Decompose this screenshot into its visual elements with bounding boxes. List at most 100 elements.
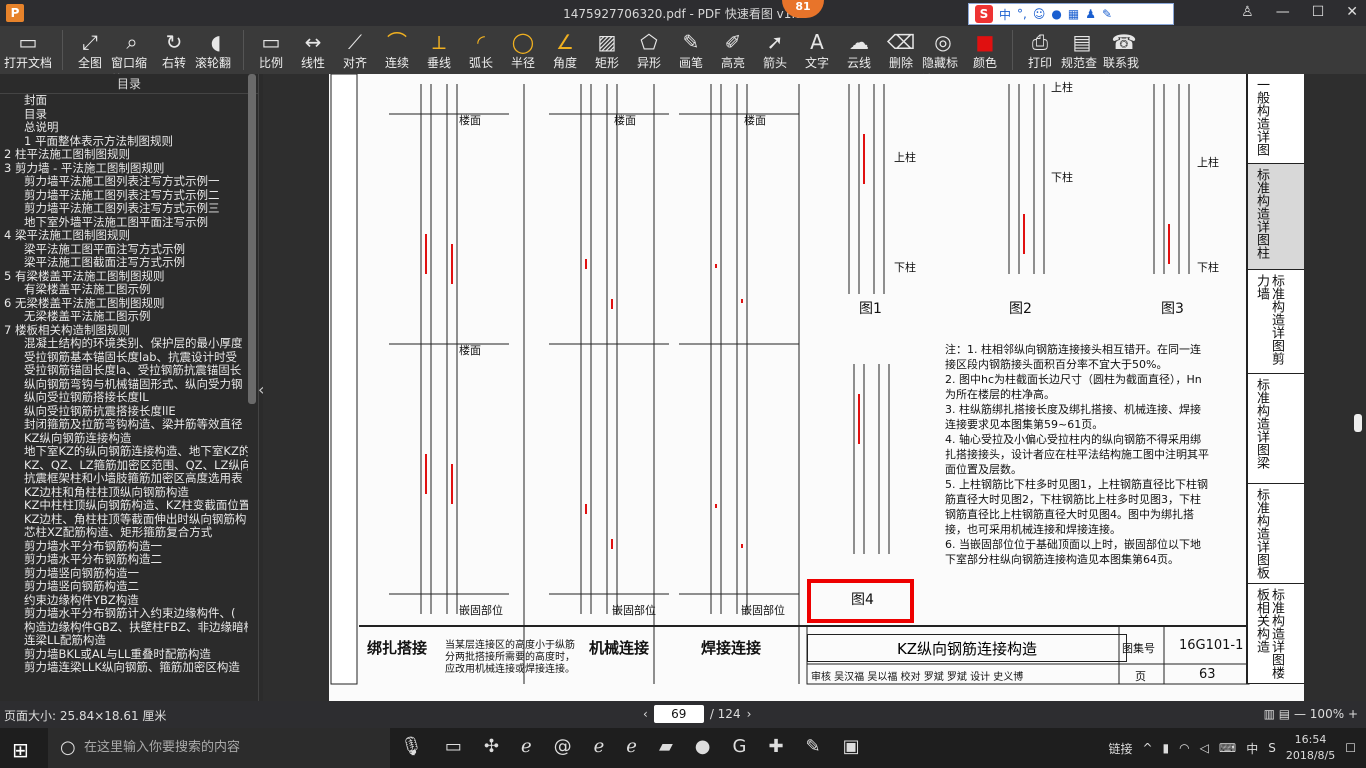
toolbar-button-color[interactable]: ■ 颜色 <box>964 30 1006 71</box>
battery-icon[interactable]: ▮ <box>1163 741 1170 755</box>
toc-item[interactable]: 梁平法施工图截面注写方式示例 <box>4 255 248 270</box>
toolbar-button-pen[interactable]: ✎ 画笔 <box>670 30 712 71</box>
toc-item[interactable]: 纵向钢筋弯钩与机械锚固形式、纵向受力钢 <box>4 377 248 392</box>
toc-item[interactable]: 地下室外墙平法施工图平面注写示例 <box>4 215 248 230</box>
taskbar-search[interactable]: 在这里输入你要搜索的内容 <box>48 728 390 768</box>
toc-item[interactable]: 剪力墙水平分布钢筋计入约束边缘构件、( <box>4 606 248 621</box>
page-number-input[interactable]: 69 <box>653 705 704 723</box>
toc-item[interactable]: 剪力墙平法施工图列表注写方式示例一 <box>4 174 248 189</box>
view-mode-icon[interactable]: ▥ ▤ <box>1264 707 1291 721</box>
toc-item[interactable]: 约束边缘构件YBZ构造 <box>4 593 248 608</box>
minimize-button[interactable]: — <box>1276 4 1290 20</box>
toc-item[interactable]: 目录 <box>4 107 248 122</box>
toc-item[interactable]: KZ边柱、角柱柱顶等截面伸出时纵向钢筋构 <box>4 512 248 527</box>
toolbar-button-perpendicular[interactable]: ⟂ 垂线 <box>418 30 460 71</box>
emoji-icon[interactable]: ☺ <box>1033 7 1046 21</box>
toc-item[interactable]: 混凝土结构的环境类别、保护层的最小厚度 <box>4 336 248 351</box>
toc-item[interactable]: 1 平面整体表示方法制图规则 <box>4 134 248 149</box>
toolbar-button-rotate[interactable]: ↻ 右转 <box>153 30 195 71</box>
toolbar-button-scale[interactable]: ▭ 比例 <box>250 30 292 71</box>
toc-item[interactable]: 6 无梁楼盖平法施工图制图规则 <box>4 296 248 311</box>
toc-item[interactable]: 剪力墙BKL或AL与LL重叠时配筋构造 <box>4 647 248 662</box>
toolbar-button-print[interactable]: ⎙ 打印 <box>1019 30 1061 71</box>
sidebar-scrollbar[interactable] <box>248 74 256 404</box>
lang-indicator[interactable]: 中 <box>1246 740 1258 757</box>
g-app-icon[interactable]: G <box>733 736 747 757</box>
viewer-scrollbar[interactable] <box>1354 414 1362 432</box>
chevron-up-icon[interactable]: ^ <box>1142 741 1152 755</box>
volume-icon[interactable]: ◁ <box>1200 741 1209 755</box>
pdf-page[interactable]: 图1 图2 图3 图4 楼面 楼面 楼面 楼面 嵌固部位 嵌固部位 嵌固部位 上… <box>329 74 1304 701</box>
ime-toolbar[interactable]: S 中 °, ☺ ● ▦ ♟ ✎ <box>968 3 1174 25</box>
toc-item[interactable]: 7 楼板相关构造制图规则 <box>4 323 248 338</box>
toc-item[interactable]: 芯柱XZ配筋构造、矩形箍筋复合方式 <box>4 525 248 540</box>
toc-item[interactable]: 构造边缘构件GBZ、扶壁柱FBZ、非边缘暗柱 <box>4 620 248 635</box>
toolbar-button-fit[interactable]: ⤢ 全图 <box>69 30 111 71</box>
ime-punct[interactable]: °, <box>1017 7 1027 21</box>
toolbar-button-arrow[interactable]: ➚ 箭头 <box>754 30 796 71</box>
fan-icon[interactable]: ✣ <box>484 736 499 757</box>
toc-item[interactable]: 剪力墙水平分布钢筋构造二 <box>4 552 248 567</box>
toc-item[interactable]: 5 有梁楼盖平法施工图制图规则 <box>4 269 248 284</box>
zoom-in-button[interactable]: + <box>1348 707 1358 721</box>
pdf-app-icon[interactable]: ▣ <box>843 736 860 757</box>
browser-icon[interactable]: ℯ <box>594 736 605 757</box>
toc-item[interactable]: 剪力墙平法施工图列表注写方式示例二 <box>4 188 248 203</box>
toolbar-button-highlight[interactable]: ✐ 高亮 <box>712 30 754 71</box>
ie-icon[interactable]: ℯ <box>626 736 637 757</box>
toc-item[interactable]: 剪力墙竖向钢筋构造二 <box>4 579 248 594</box>
toolbar-button-polygon[interactable]: ⬠ 异形 <box>628 30 670 71</box>
toc-item[interactable]: KZ中柱柱顶纵向钢筋构造、KZ柱变截面位置 <box>4 498 248 513</box>
folder-icon[interactable]: ▰ <box>659 736 673 757</box>
task-view-icon[interactable]: ▭ <box>445 736 462 757</box>
green-app-icon[interactable]: ● <box>695 736 711 757</box>
toc-item[interactable]: KZ纵向钢筋连接构造 <box>4 431 248 446</box>
toc-item[interactable]: 3 剪力墙 - 平法施工图制图规则 <box>4 161 248 176</box>
mic-icon[interactable]: ● <box>1051 7 1061 21</box>
toolbar-button-align[interactable]: ⟋ 对齐 <box>334 30 376 71</box>
note-app-icon[interactable]: ✎ <box>806 736 821 757</box>
toc-item[interactable]: 剪力墙水平分布钢筋构造一 <box>4 539 248 554</box>
network-icon[interactable]: ◠ <box>1179 741 1189 755</box>
keyboard-icon[interactable]: ⌨ <box>1219 741 1236 755</box>
wrench-icon[interactable]: ✎ <box>1102 7 1112 21</box>
toc-item[interactable]: 4 梁平法施工图制图规则 <box>4 228 248 243</box>
toolbar-button-angle[interactable]: ∠ 角度 <box>544 30 586 71</box>
maximize-button[interactable]: ☐ <box>1312 4 1325 20</box>
edge-icon[interactable]: ℯ <box>521 736 532 757</box>
toolbar-button-continuous[interactable]: ⌒ 连续 <box>376 30 418 71</box>
toc-item[interactable]: KZ、QZ、LZ箍筋加密区范围、QZ、LZ纵向钢 <box>4 458 248 473</box>
zoom-out-button[interactable]: — <box>1294 707 1310 721</box>
toc-item[interactable]: 抗震框架柱和小墙肢箍筋加密区高度选用表 <box>4 471 248 486</box>
toolbar-button-folder[interactable]: ▭ 打开文档 <box>0 30 56 71</box>
toolbar-button-arc[interactable]: ◜ 弧长 <box>460 30 502 71</box>
toolbar-button-eraser[interactable]: ⌫ 删除 <box>880 30 922 71</box>
notifications-icon[interactable]: ☐ <box>1345 741 1356 755</box>
next-page-button[interactable]: › <box>747 707 752 721</box>
plus-app-icon[interactable]: ✚ <box>768 736 783 757</box>
toolbar-button-linear[interactable]: ↔ 线性 <box>292 30 334 71</box>
toc-item[interactable]: 封面 <box>4 94 248 108</box>
document-viewer[interactable]: 图1 图2 图3 图4 楼面 楼面 楼面 楼面 嵌固部位 嵌固部位 嵌固部位 上… <box>263 74 1366 701</box>
windows-start-icon[interactable]: ⊞ <box>12 738 29 762</box>
toc-item[interactable]: 连梁LL配筋构造 <box>4 633 248 648</box>
zoom-level[interactable]: ▥ ▤ — 100% + <box>1264 707 1358 721</box>
toc-item[interactable]: 地下室KZ的纵向钢筋连接构造、地下室KZ的 <box>4 444 248 459</box>
prev-page-button[interactable]: ‹ <box>643 707 648 721</box>
toolbar-button-radius[interactable]: ◯ 半径 <box>502 30 544 71</box>
user-icon[interactable]: ♙ <box>1241 4 1254 20</box>
toc-item[interactable]: 受拉钢筋基本锚固长度lab、抗震设计时受 <box>4 350 248 365</box>
toc-item[interactable]: 封闭箍筋及拉筋弯钩构造、梁并筋等效直径 <box>4 417 248 432</box>
toc-item[interactable]: 有梁楼盖平法施工图示例 <box>4 282 248 297</box>
toc-item[interactable]: 受拉钢筋锚固长度la、受拉钢筋抗震锚固长 <box>4 363 248 378</box>
toolbar-button-rectangle[interactable]: ▨ 矩形 <box>586 30 628 71</box>
skin-icon[interactable]: ♟ <box>1085 7 1096 21</box>
toc-item[interactable]: 纵向受拉钢筋搭接长度lL <box>4 390 248 405</box>
clock[interactable]: 16:54 2018/8/5 <box>1286 732 1335 764</box>
highlight-rectangle[interactable] <box>807 579 914 623</box>
toc-item[interactable]: 纵向受拉钢筋抗震搭接长度llE <box>4 404 248 419</box>
mic-icon[interactable]: 🎙 <box>400 736 423 757</box>
toolbar-button-cloud[interactable]: ☁ 云线 <box>838 30 880 71</box>
toc-item[interactable]: 无梁楼盖平法施工图示例 <box>4 309 248 324</box>
toc-item[interactable]: 剪力墙竖向钢筋构造一 <box>4 566 248 581</box>
